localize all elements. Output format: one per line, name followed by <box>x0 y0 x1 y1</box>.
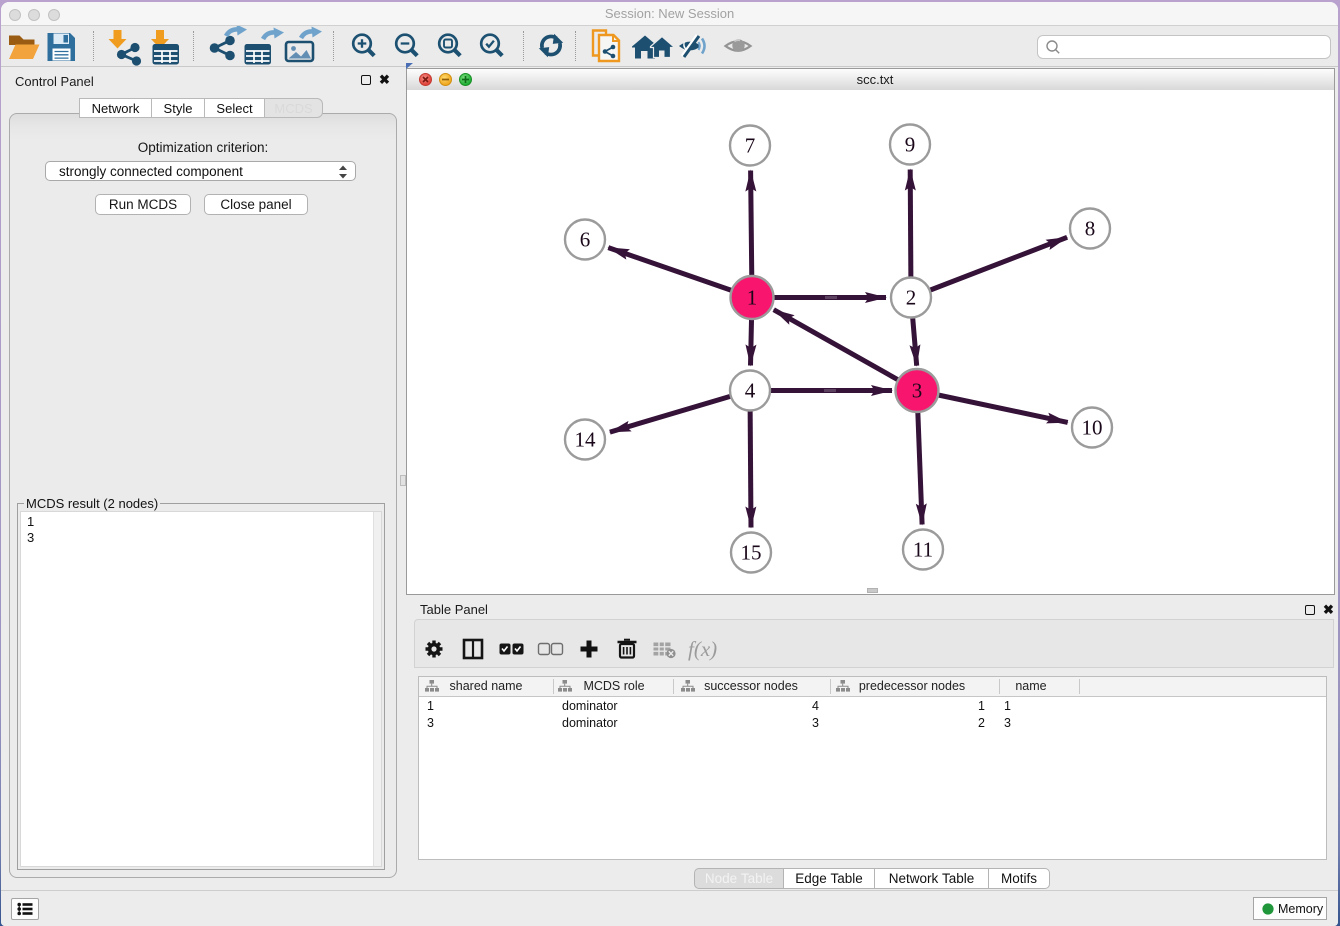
svg-text:4: 4 <box>745 379 756 403</box>
svg-text:10: 10 <box>1082 416 1103 440</box>
svg-text:7: 7 <box>745 134 756 158</box>
svg-text:8: 8 <box>1085 217 1096 241</box>
svg-text:6: 6 <box>580 228 591 252</box>
svg-text:3: 3 <box>912 379 923 403</box>
svg-text:2: 2 <box>906 286 917 310</box>
svg-text:f(x): f(x) <box>688 637 717 661</box>
svg-text:9: 9 <box>905 133 916 157</box>
svg-text:14: 14 <box>575 428 597 452</box>
svg-text:15: 15 <box>741 541 762 565</box>
svg-text:1: 1 <box>747 286 758 310</box>
svg-text:11: 11 <box>913 538 933 562</box>
